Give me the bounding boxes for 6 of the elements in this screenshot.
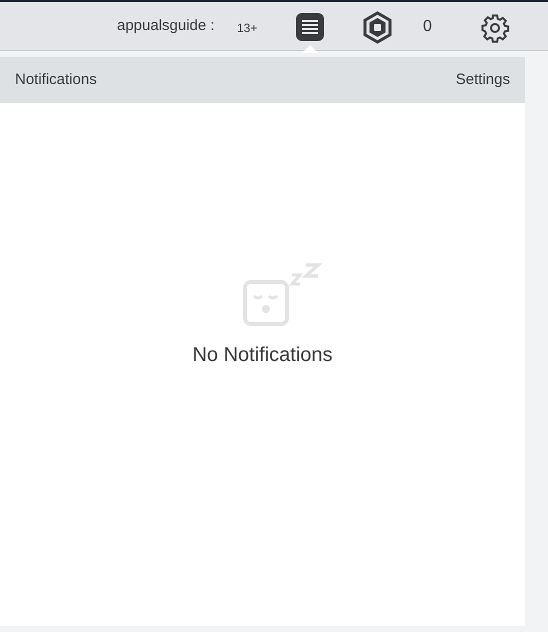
age-label: 13+: [237, 20, 258, 37]
username[interactable]: appualsguide :: [117, 15, 215, 38]
empty-message: No Notifications: [192, 343, 333, 368]
currency-count: 0: [423, 17, 432, 37]
panel-title: Notifications: [15, 70, 97, 90]
settings-link[interactable]: Settings: [456, 68, 510, 92]
